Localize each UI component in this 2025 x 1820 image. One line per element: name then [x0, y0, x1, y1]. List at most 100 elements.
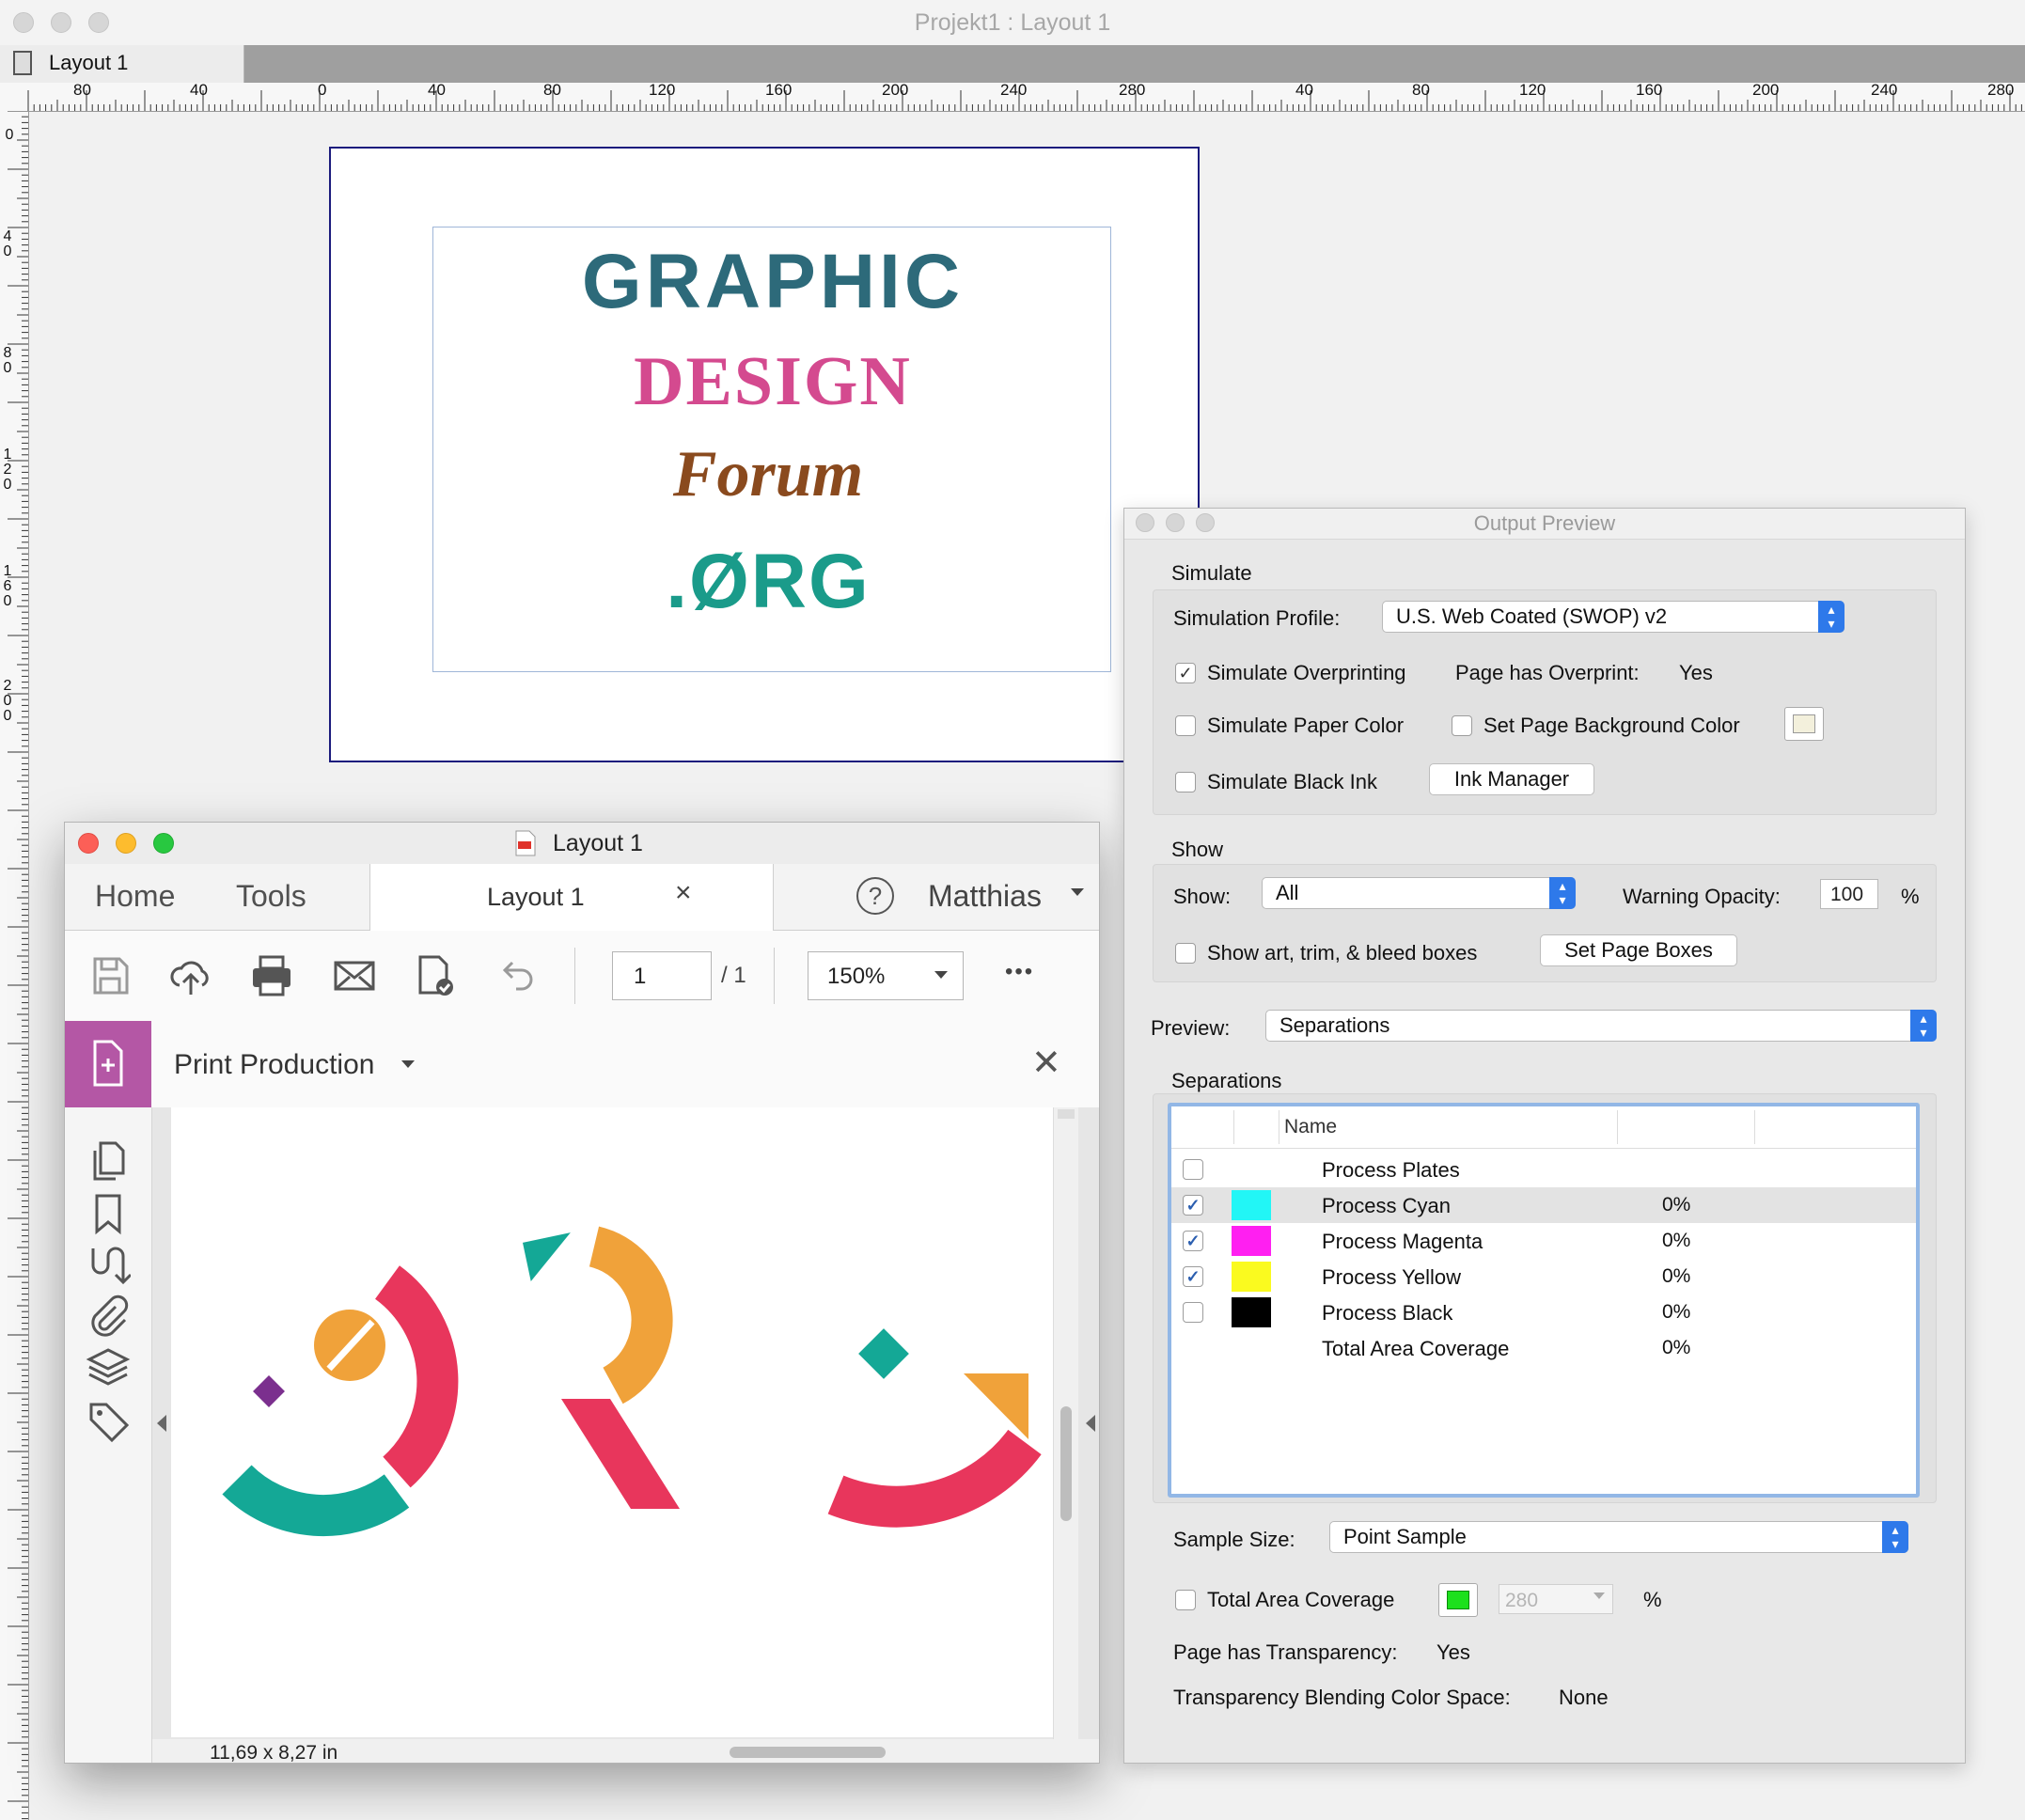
simulate-paper-color-checkbox[interactable]: [1175, 715, 1196, 736]
simulate-overprinting-checkbox[interactable]: ✓: [1175, 663, 1196, 683]
undo-icon[interactable]: [494, 953, 539, 998]
ink-color-swatch: [1232, 1262, 1271, 1292]
acrobat-window[interactable]: Layout 1 Home Tools Layout 1 × ? Matthia…: [64, 822, 1100, 1764]
tools-tab[interactable]: Tools: [236, 879, 306, 914]
show-value: All: [1276, 881, 1299, 904]
separation-checkbox[interactable]: ✓: [1183, 1195, 1203, 1216]
simulation-profile-label: Simulation Profile:: [1173, 606, 1341, 630]
email-icon[interactable]: [332, 953, 377, 998]
ink-color-swatch: [1232, 1226, 1271, 1256]
chevron-down-icon[interactable]: [1071, 888, 1084, 896]
separation-row[interactable]: ✓ Process Cyan 0%: [1171, 1187, 1916, 1223]
separation-name: Process Plates: [1322, 1158, 1460, 1182]
preflight-icon[interactable]: [413, 953, 458, 998]
name-column-header[interactable]: Name: [1284, 1116, 1337, 1138]
separation-row[interactable]: Total Area Coverage 0%: [1171, 1330, 1916, 1366]
warning-opacity-input[interactable]: 100: [1820, 879, 1878, 909]
ruler-label: 280: [1119, 83, 1146, 99]
zoom-value: 150%: [827, 964, 886, 989]
document-tab[interactable]: Layout 1 ×: [369, 864, 774, 931]
separations-section-label: Separations: [1171, 1069, 1282, 1092]
vertical-ruler[interactable]: 0 40 80 120 160 200: [0, 111, 29, 1820]
separation-row[interactable]: ✓ Process Yellow 0%: [1171, 1259, 1916, 1294]
separation-checkbox[interactable]: ✓: [1183, 1231, 1203, 1251]
separation-checkbox[interactable]: [1183, 1302, 1203, 1323]
set-page-background-color-checkbox[interactable]: [1452, 715, 1472, 736]
show-select[interactable]: All ▴ ▾: [1262, 877, 1576, 909]
pages-icon[interactable]: [86, 1139, 131, 1185]
vertical-scrollbar[interactable]: [1053, 1107, 1078, 1763]
separation-checkbox[interactable]: ✓: [1183, 1266, 1203, 1287]
collapse-left-arrow-icon[interactable]: [157, 1415, 166, 1432]
simulation-profile-value: U.S. Web Coated (SWOP) v2: [1396, 604, 1668, 628]
page-background-color-well[interactable]: [1784, 707, 1824, 741]
ruler-label: 200: [882, 83, 909, 99]
ruler-label: 120: [649, 83, 676, 99]
up-down-arrows-icon: ▴ ▾: [1910, 1010, 1937, 1042]
horizontal-ruler[interactable]: 80 40 0 40 80 120 160 200 240 280 40 80 …: [0, 83, 2025, 112]
order-icon[interactable]: [86, 1243, 131, 1288]
show-boxes-label: Show art, trim, & bleed boxes: [1207, 941, 1478, 965]
separation-row[interactable]: Process Black 0%: [1171, 1294, 1916, 1330]
bookmark-icon[interactable]: [86, 1192, 131, 1237]
save-icon[interactable]: [87, 953, 133, 998]
show-boxes-checkbox[interactable]: [1175, 943, 1196, 964]
close-panel-button[interactable]: ✕: [1031, 1042, 1061, 1084]
color-swatch: [1447, 1591, 1469, 1609]
ink-manager-button[interactable]: Ink Manager: [1429, 763, 1594, 795]
expand-right-panel-arrow-icon[interactable]: [1086, 1415, 1095, 1432]
preview-select[interactable]: Separations ▴ ▾: [1265, 1010, 1937, 1042]
chevron-down-icon[interactable]: [401, 1060, 415, 1068]
coverage-color-well[interactable]: [1438, 1583, 1478, 1617]
org-logo-artwork: [222, 1226, 1042, 1537]
home-tab[interactable]: Home: [95, 879, 175, 914]
close-tab-button[interactable]: ×: [675, 877, 692, 909]
zoom-select[interactable]: 150%: [808, 951, 964, 1000]
show-label: Show:: [1173, 885, 1232, 908]
layout-tab-label: Layout 1: [49, 51, 129, 74]
tag-icon[interactable]: [86, 1399, 131, 1444]
more-tools-button[interactable]: •••: [1005, 959, 1034, 985]
set-page-background-color-label: Set Page Background Color: [1483, 714, 1740, 737]
total-area-coverage-input[interactable]: 280: [1499, 1584, 1613, 1614]
vertical-scroll-thumb[interactable]: [1060, 1406, 1072, 1521]
ruler-label: 40: [1295, 83, 1313, 99]
cloud-upload-icon[interactable]: [168, 953, 213, 998]
user-menu[interactable]: Matthias: [928, 879, 1042, 914]
print-production-title[interactable]: Print Production: [174, 1049, 374, 1081]
column-divider: [1233, 1110, 1234, 1144]
page-has-transparency-label: Page has Transparency:: [1173, 1640, 1398, 1664]
simulate-black-ink-checkbox[interactable]: [1175, 772, 1196, 792]
ruler-label: 160: [765, 83, 793, 99]
separation-percent: 0%: [1662, 1230, 1691, 1251]
ruler-label: 120: [3, 447, 12, 493]
separations-table[interactable]: Name Process Plates ✓ Process Cyan 0% ✓ Proce…: [1168, 1103, 1920, 1498]
chevron-down-icon: [934, 971, 948, 979]
separation-name: Process Black: [1322, 1301, 1453, 1325]
simulation-profile-select[interactable]: U.S. Web Coated (SWOP) v2 ▴ ▾: [1382, 601, 1844, 633]
sample-size-label: Sample Size:: [1173, 1528, 1295, 1551]
layout-tab[interactable]: Layout 1: [0, 45, 244, 83]
separation-percent: 0%: [1662, 1194, 1691, 1216]
sample-size-select[interactable]: Point Sample ▴ ▾: [1329, 1521, 1908, 1553]
acrobat-window-title: Layout 1: [553, 830, 643, 856]
total-area-coverage-checkbox[interactable]: [1175, 1590, 1196, 1610]
logo-artwork[interactable]: GRAPHIC DESIGN Forum .ØRG: [432, 227, 1111, 672]
attachment-icon[interactable]: [86, 1294, 131, 1339]
page-size-label: 11,69 x 8,27 in: [210, 1742, 338, 1764]
horizontal-scroll-thumb[interactable]: [730, 1747, 886, 1758]
set-page-boxes-button[interactable]: Set Page Boxes: [1540, 934, 1737, 966]
separation-checkbox[interactable]: [1183, 1159, 1203, 1180]
scroll-up-area[interactable]: [1058, 1109, 1075, 1119]
print-production-icon[interactable]: [65, 1021, 151, 1107]
layers-icon[interactable]: [86, 1344, 131, 1389]
separation-name: Total Area Coverage: [1322, 1337, 1510, 1360]
print-icon[interactable]: [249, 953, 294, 998]
ruler-label: 80: [1412, 83, 1430, 99]
teal-triangle-shape: [522, 1232, 571, 1281]
page-has-overprint-label: Page has Overprint:: [1455, 661, 1640, 684]
separation-row[interactable]: ✓ Process Magenta 0%: [1171, 1223, 1916, 1259]
help-icon[interactable]: ?: [856, 877, 894, 915]
separation-row[interactable]: Process Plates: [1171, 1152, 1916, 1187]
output-preview-panel[interactable]: Output Preview Simulate Simulation Profi…: [1123, 508, 1966, 1764]
